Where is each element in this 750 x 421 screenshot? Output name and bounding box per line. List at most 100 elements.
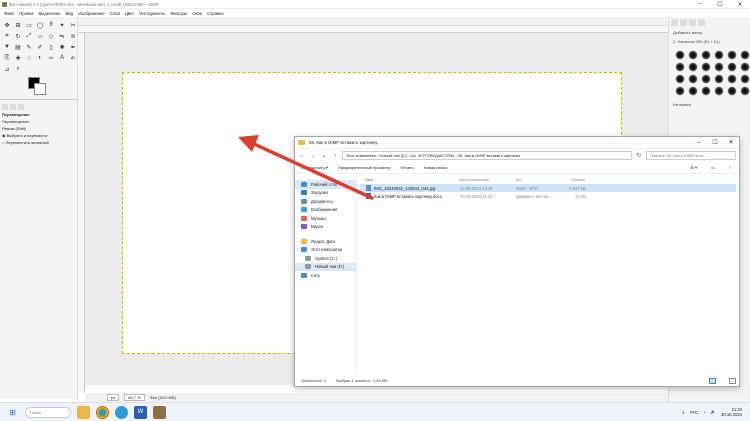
nav-item-this-pc[interactable]: Этот компьютер <box>295 246 356 255</box>
patterns-tab-icon[interactable] <box>680 19 687 26</box>
lasso-icon[interactable]: ϑ <box>46 20 56 30</box>
paths-icon[interactable]: ✑ <box>46 53 56 63</box>
brushes-tab-icon[interactable] <box>671 19 678 26</box>
details-view-icon[interactable] <box>709 377 716 384</box>
scale-icon[interactable]: ⤢ <box>24 31 34 41</box>
shear-icon[interactable]: ▱ <box>35 31 45 41</box>
back-icon[interactable]: ← <box>298 153 306 159</box>
menu-file[interactable]: Файл <box>4 11 14 16</box>
menu-color[interactable]: Цвет <box>125 11 134 16</box>
edge-taskbar-icon[interactable] <box>115 405 128 419</box>
preview-button[interactable]: Предварительный просмотр <box>338 165 391 170</box>
menu-view[interactable]: Вид <box>66 11 74 16</box>
paintbrush-icon[interactable]: ✐ <box>35 42 45 52</box>
file-explorer-taskbar-icon[interactable] <box>77 405 90 419</box>
gradient-icon[interactable]: ▤ <box>13 42 23 52</box>
file-row[interactable]: IMG_20240922_142844_042.jpg 22.09.2024 1… <box>360 184 736 192</box>
breadcrumb-item[interactable]: 3А. ФОТОРЕДАКТОРЫ <box>411 153 454 158</box>
brush-item[interactable] <box>688 86 698 96</box>
brush-item[interactable] <box>688 62 698 72</box>
wifi-icon[interactable]: ◔ <box>703 410 706 415</box>
background-color-swatch[interactable] <box>34 83 46 95</box>
minimize-icon[interactable]: – <box>690 1 710 7</box>
brush-item[interactable] <box>727 74 737 84</box>
brush-item[interactable] <box>714 86 724 96</box>
explorer-close-icon[interactable]: ✕ <box>723 139 739 146</box>
menu-image[interactable]: Изображение <box>78 11 104 16</box>
brush-item[interactable] <box>675 86 685 96</box>
nav-item-network[interactable]: Сеть <box>295 271 356 280</box>
breadcrumb-item[interactable]: 05. Как в GIMP вставить картинку <box>458 153 520 158</box>
explorer-minimize-icon[interactable]: – <box>691 140 707 146</box>
menu-filters[interactable]: Фильтры <box>170 11 187 16</box>
clock[interactable]: 21:22 30.10.2024 <box>721 407 742 417</box>
brush-item[interactable] <box>727 86 737 96</box>
tool-options-tab-icon[interactable] <box>2 104 8 110</box>
clone-icon[interactable]: ⎘ <box>2 53 12 63</box>
nav-item-downloads[interactable]: Загрузки <box>295 189 356 198</box>
language-indicator[interactable]: РУС <box>690 410 698 415</box>
bucket-fill-icon[interactable]: ▼ <box>2 42 12 52</box>
option-pick-layer[interactable]: ◉ Выбрать и перемести <box>2 133 75 138</box>
brush-item[interactable] <box>740 62 750 72</box>
up-icon[interactable]: ↑ <box>331 153 339 159</box>
help-icon[interactable]: ? <box>729 165 731 170</box>
ellipse-select-icon[interactable]: ◯ <box>35 20 45 30</box>
move-tool-icon[interactable]: ✥ <box>2 20 12 30</box>
brush-item[interactable] <box>740 50 750 60</box>
preview-pane-icon[interactable]: ▭ <box>711 165 715 170</box>
warp-icon[interactable]: ≋ <box>68 31 78 41</box>
brush-item[interactable] <box>688 50 698 60</box>
maximize-icon[interactable]: ☐ <box>710 1 730 8</box>
nav-item-volume-d[interactable]: Новый том (D:) <box>295 262 356 271</box>
breadcrumb-item[interactable]: Этот компьютер <box>346 153 376 158</box>
menu-tools[interactable]: Инструменты <box>139 11 165 16</box>
organize-button[interactable]: Упорядочить ▾ <box>301 165 328 170</box>
vertical-ruler[interactable] <box>78 33 85 393</box>
word-taskbar-icon[interactable]: W <box>134 405 147 419</box>
rect-select-icon[interactable]: ▭ <box>24 20 34 30</box>
nav-item-music[interactable]: Музыка <box>295 214 356 223</box>
nav-item-desktop[interactable]: Рабочий стол <box>295 180 356 189</box>
option-move-active[interactable]: ○ Переместить активный <box>2 140 75 145</box>
pencil-icon[interactable]: ✎ <box>24 42 34 52</box>
brush-item[interactable] <box>727 62 737 72</box>
explorer-maximize-icon[interactable]: ☐ <box>707 139 723 146</box>
unit-select[interactable]: px <box>107 394 120 401</box>
align-tool-icon[interactable]: ⊞ <box>13 20 23 30</box>
nav-item-videos[interactable]: Видео <box>295 223 356 232</box>
fuzzy-select-icon[interactable]: ✦ <box>57 20 67 30</box>
brush-item[interactable] <box>740 86 750 96</box>
undo-history-tab-icon[interactable] <box>18 104 24 110</box>
brush-item[interactable] <box>675 74 685 84</box>
nav-item-documents[interactable]: Документы <box>295 197 356 206</box>
print-button[interactable]: Печать <box>401 165 414 170</box>
menu-help[interactable]: Справка <box>207 11 223 16</box>
forward-icon[interactable]: → <box>309 153 317 159</box>
brush-item[interactable] <box>740 74 750 84</box>
color-picker-icon[interactable]: ✍ <box>68 53 78 63</box>
nav-item-pictures[interactable]: Изображения <box>295 206 356 215</box>
flip-icon[interactable]: ⇋ <box>57 31 67 41</box>
text-icon[interactable]: A <box>57 53 67 63</box>
menu-edit[interactable]: Правка <box>19 11 33 16</box>
column-header-date[interactable]: Дата изменения <box>459 177 515 182</box>
chrome-taskbar-icon[interactable] <box>96 405 109 419</box>
brush-item[interactable] <box>714 50 724 60</box>
breadcrumb-item[interactable]: Новый том (D:) <box>379 153 407 158</box>
measure-icon[interactable]: ⊿ <box>2 64 12 74</box>
scissors-icon[interactable]: ✂ <box>68 20 78 30</box>
brush-item[interactable] <box>701 74 711 84</box>
brush-item[interactable] <box>714 74 724 84</box>
device-status-tab-icon[interactable] <box>10 104 16 110</box>
close-icon[interactable]: ✕ <box>730 1 750 8</box>
brush-filter-label[interactable]: Добавить метку <box>669 28 750 37</box>
volume-icon[interactable]: 🔈 <box>711 409 716 415</box>
taskbar-search[interactable]: Поиск <box>25 406 71 418</box>
documents-tab-icon[interactable] <box>698 19 705 26</box>
brush-item[interactable] <box>701 50 711 60</box>
horizontal-ruler[interactable] <box>78 26 668 33</box>
column-header-name[interactable]: Имя <box>365 177 459 182</box>
perspective-icon[interactable]: ◇ <box>46 31 56 41</box>
file-row[interactable]: Как в GIMP вставить картинку.docx 30.10.… <box>360 192 736 200</box>
